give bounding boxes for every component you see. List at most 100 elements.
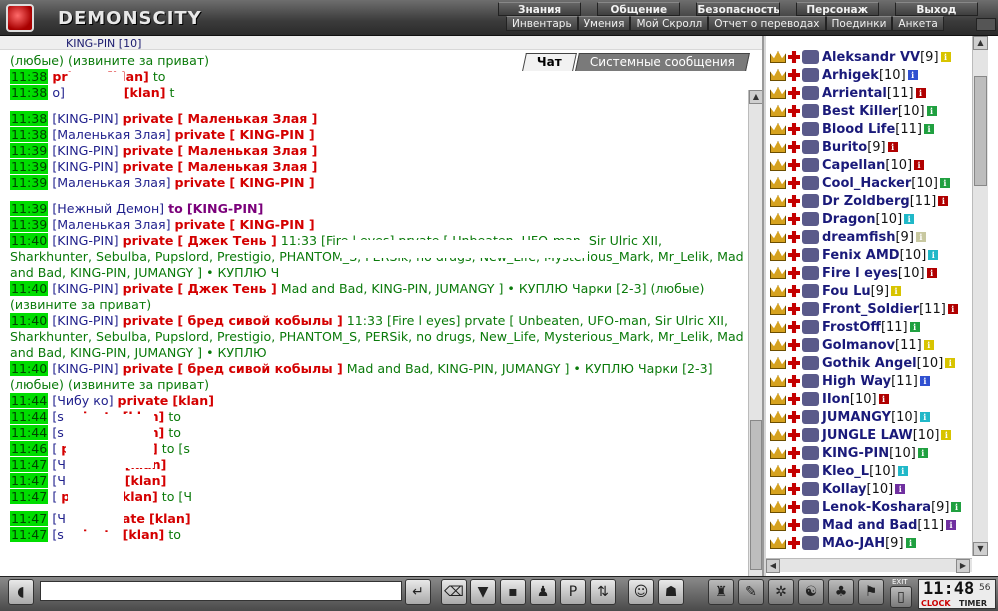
flag-icon[interactable]: ⚑ [858, 579, 884, 605]
crown-icon[interactable] [770, 375, 786, 387]
clan-icon[interactable] [802, 122, 819, 136]
user-row[interactable]: Fou Lu [9] i [766, 282, 972, 300]
crown-icon[interactable] [770, 249, 786, 261]
user-row[interactable]: High Way [11] i [766, 372, 972, 390]
user-nick[interactable]: Front_Soldier [822, 302, 919, 317]
message-recipient[interactable]: [KING-PIN] [187, 201, 264, 216]
message-recipient[interactable]: [ Маленькая Злая ] [177, 143, 317, 158]
clan-icon[interactable] [802, 446, 819, 460]
message-recipient[interactable]: [ KING-PIN ] [229, 127, 314, 142]
info-icon[interactable]: i [939, 178, 950, 188]
crown-icon[interactable] [770, 447, 786, 459]
sort-icon[interactable]: ⇅ [590, 579, 616, 605]
user-row[interactable]: Lenok-Koshara [9] i [766, 498, 972, 516]
message-sender[interactable]: [Чибу ко] [52, 393, 113, 408]
user-row[interactable]: Gothik Angel [10] i [766, 354, 972, 372]
crown-icon[interactable] [770, 267, 786, 279]
user-nick[interactable]: IIon [822, 392, 850, 407]
user-row[interactable]: Kollay [10] i [766, 480, 972, 498]
nav-knowledge[interactable]: Знания [498, 2, 582, 16]
save-icon[interactable]: ▪ [500, 579, 526, 605]
clan-icon[interactable] [802, 536, 819, 550]
message-sender[interactable]: [Маленькая Злая] [52, 217, 170, 232]
user-row[interactable]: Cool_Hacker [10] i [766, 174, 972, 192]
message-recipient[interactable]: [klan] [123, 527, 165, 542]
message-sender[interactable]: [KING-PIN] [52, 361, 118, 376]
user-row[interactable]: Kleo_L [10] i [766, 462, 972, 480]
message-recipient[interactable]: [ бред сивой кобылы ] [177, 361, 342, 376]
crown-icon[interactable] [770, 519, 786, 531]
crown-icon[interactable] [770, 105, 786, 117]
info-icon[interactable]: i [938, 196, 949, 206]
message-sender[interactable]: [KING-PIN] [52, 111, 118, 126]
crown-icon[interactable] [770, 195, 786, 207]
user-row[interactable]: FrostOff [11] i [766, 318, 972, 336]
crown-icon[interactable] [770, 411, 786, 423]
filter-icon[interactable]: ▼ [470, 579, 496, 605]
user-nick[interactable]: JUMANGY [822, 410, 891, 425]
message-recipient[interactable]: [klan] [125, 473, 167, 488]
user-nick[interactable]: Fou Lu [822, 284, 871, 299]
scroll-left-button[interactable]: ◀ [766, 559, 780, 573]
info-icon[interactable]: i [926, 268, 937, 278]
user-nick[interactable]: Mad and Bad [822, 518, 917, 533]
clan-icon[interactable] [802, 374, 819, 388]
clan-icon[interactable] [802, 104, 819, 118]
clan-icon[interactable] [802, 50, 819, 64]
info-icon[interactable]: i [923, 124, 934, 134]
user-nick[interactable]: Best Killer [822, 104, 898, 119]
info-icon[interactable]: i [915, 88, 926, 98]
crown-icon[interactable] [770, 501, 786, 513]
clan-icon[interactable] [802, 482, 819, 496]
lantern-icon[interactable]: ♜ [708, 579, 734, 605]
crown-icon[interactable] [770, 213, 786, 225]
nav-communication[interactable]: Общение [597, 2, 681, 16]
pl-icon[interactable]: P [560, 579, 586, 605]
user-row[interactable]: MAo-JAH [9] i [766, 534, 972, 552]
user-row[interactable]: Best Killer [10] i [766, 102, 972, 120]
user-row[interactable]: JUMANGY [10] i [766, 408, 972, 426]
user-row[interactable]: Burito [9] i [766, 138, 972, 156]
mask-icon[interactable]: ☯ [798, 579, 824, 605]
message-sender[interactable]: [Ч [52, 473, 66, 488]
user-row[interactable]: Capellan [10] i [766, 156, 972, 174]
message-recipient[interactable]: [ KING-PIN ] [229, 175, 314, 190]
message-recipient[interactable]: [ Джек Тень ] [177, 281, 276, 296]
clan-icon[interactable] [802, 302, 819, 316]
clan-icon[interactable] [802, 86, 819, 100]
subnav-duels[interactable]: Поединки [825, 16, 893, 31]
user-nick[interactable]: Capellan [822, 158, 885, 173]
info-icon[interactable]: i [923, 340, 934, 350]
chat-scrollbar[interactable]: ▲ ▼ [748, 90, 762, 576]
info-icon[interactable]: i [926, 106, 937, 116]
nav-security[interactable]: Безопасность [696, 2, 780, 16]
info-icon[interactable]: i [946, 520, 957, 530]
info-icon[interactable]: i [904, 214, 915, 224]
user-nick[interactable]: dreamfish [822, 230, 895, 245]
user-row[interactable]: JUNGLE LAW [10] i [766, 426, 972, 444]
user-nick[interactable]: Arhigek [822, 68, 879, 83]
clan-icon[interactable] [802, 338, 819, 352]
crown-icon[interactable] [770, 339, 786, 351]
clan-icon[interactable] [802, 140, 819, 154]
figure-icon[interactable]: ♟ [530, 579, 556, 605]
scroll-up-button[interactable]: ▲ [749, 90, 762, 104]
clan-icon[interactable] [802, 320, 819, 334]
clan-icon[interactable] [802, 194, 819, 208]
user-nick[interactable]: FrostOff [822, 320, 881, 335]
message-sender[interactable]: [KING-PIN] [52, 233, 118, 248]
info-icon[interactable]: i [909, 322, 920, 332]
crown-icon[interactable] [770, 159, 786, 171]
user-nick[interactable]: Fire l eyes [822, 266, 898, 281]
user-nick[interactable]: High Way [822, 374, 891, 389]
clan-icon[interactable] [802, 266, 819, 280]
crown-icon[interactable] [770, 537, 786, 549]
message-sender[interactable]: [KING-PIN] [52, 281, 118, 296]
message-sender[interactable]: [Нежный Демон] [52, 201, 164, 216]
clan-icon[interactable] [802, 248, 819, 262]
message-recipient[interactable]: [ Маленькая Злая ] [177, 159, 317, 174]
users-hscrollbar[interactable]: ◀ ▶ [766, 558, 972, 573]
exit-door-icon[interactable]: ▯ [890, 586, 912, 608]
message-sender[interactable]: [s [52, 425, 63, 440]
user-row[interactable]: Fire l eyes [10] i [766, 264, 972, 282]
